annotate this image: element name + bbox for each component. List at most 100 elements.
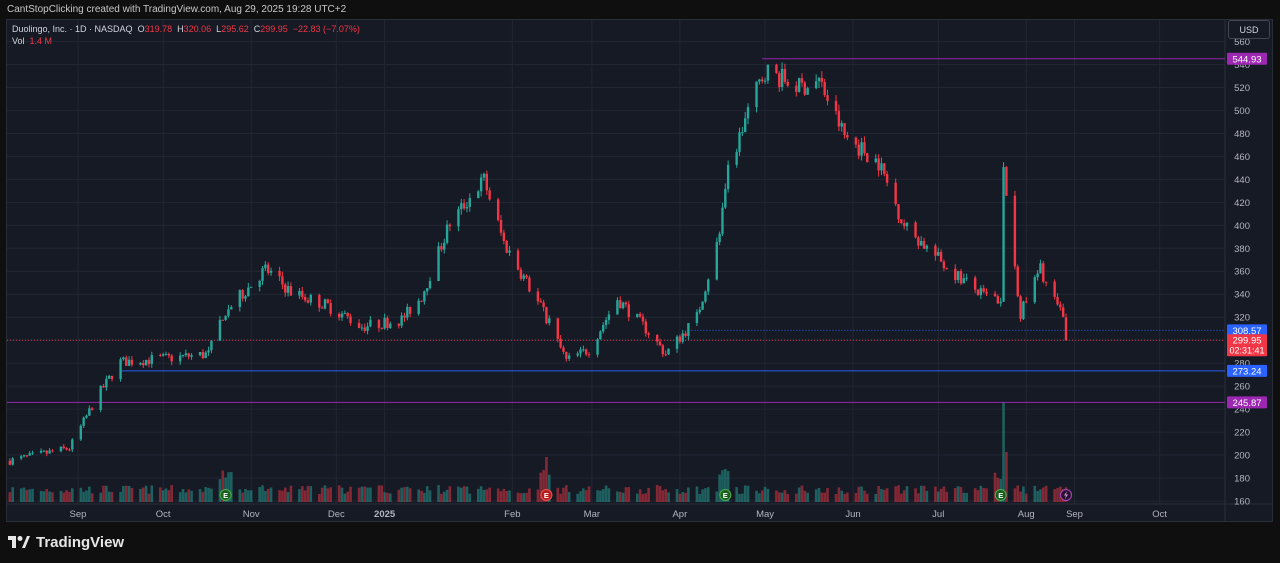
volume-bar bbox=[82, 491, 85, 502]
candle-body bbox=[329, 303, 332, 314]
volume-bar bbox=[877, 486, 880, 502]
volume-bar bbox=[249, 490, 253, 502]
tradingview-brand[interactable]: TradingView bbox=[8, 534, 124, 551]
earnings-marker-icon[interactable]: E bbox=[219, 489, 232, 501]
volume-bar bbox=[846, 492, 849, 502]
volume-bar bbox=[635, 493, 639, 502]
x-tick-label: May bbox=[756, 509, 774, 520]
chart-frame[interactable]: EEEE 16018020022024026028030032034036038… bbox=[6, 19, 1273, 522]
candle-body bbox=[840, 123, 843, 127]
upcoming-event-icon[interactable] bbox=[1060, 489, 1073, 501]
volume-bar bbox=[363, 486, 367, 502]
volume-bar bbox=[1016, 485, 1020, 502]
volume-bar bbox=[780, 492, 784, 502]
symbol-title[interactable]: Duolingo, Inc. · 1D · NASDAQ bbox=[12, 24, 133, 34]
brand-name: TradingView bbox=[36, 534, 125, 551]
candle-body bbox=[349, 316, 352, 324]
candle-body bbox=[198, 351, 202, 356]
volume-bar bbox=[863, 490, 866, 502]
volume-bar bbox=[477, 488, 480, 502]
y-tick-label: 360 bbox=[1234, 267, 1250, 278]
volume-bar bbox=[124, 485, 128, 502]
volume-bar bbox=[198, 489, 202, 502]
volume-bar bbox=[25, 489, 29, 502]
volume-bar bbox=[820, 492, 824, 502]
candle-body bbox=[823, 82, 826, 96]
volume-bar bbox=[763, 486, 767, 502]
candle-body bbox=[45, 450, 48, 454]
candle-body bbox=[170, 355, 173, 362]
volume-bar bbox=[1039, 489, 1042, 502]
volume-bar bbox=[621, 492, 625, 502]
candle-body bbox=[488, 190, 491, 200]
volume-bar bbox=[349, 486, 352, 502]
volume-bar bbox=[897, 485, 900, 502]
volume-value: 1.4 M bbox=[29, 36, 53, 46]
candle-body bbox=[343, 313, 347, 315]
open-label: O bbox=[137, 24, 145, 34]
time-axis: Sep Oct Nov Dec 2025 Feb Mar Apr May Jun Jul Aug Sep… bbox=[70, 509, 1168, 520]
earnings-marker-icon[interactable]: E bbox=[540, 489, 553, 501]
candle-body bbox=[59, 446, 63, 452]
candle-body bbox=[119, 359, 122, 380]
volume-bar bbox=[854, 493, 858, 502]
candle-body bbox=[437, 246, 440, 282]
volume-bar bbox=[437, 485, 440, 502]
candle-body bbox=[1044, 281, 1048, 283]
candle-body bbox=[366, 326, 369, 331]
volume-bar bbox=[167, 490, 171, 502]
candle-body bbox=[462, 203, 466, 209]
y-tick-label: 400 bbox=[1234, 221, 1250, 232]
volume-bar bbox=[661, 490, 665, 502]
volume-bar bbox=[667, 492, 670, 502]
volume-bar bbox=[1013, 488, 1017, 502]
candle-body bbox=[678, 336, 682, 342]
volume-bar bbox=[346, 491, 349, 502]
volume-bar bbox=[357, 487, 361, 502]
candle-body bbox=[883, 163, 886, 175]
volume-bar bbox=[144, 485, 148, 502]
volume-bar bbox=[618, 491, 622, 502]
volume-bar bbox=[505, 490, 508, 502]
candle-body bbox=[914, 222, 917, 238]
volume-bar bbox=[8, 492, 12, 502]
volume-bar bbox=[823, 492, 826, 502]
candle-body bbox=[408, 306, 412, 314]
volume-bar bbox=[584, 490, 588, 502]
volume-bars bbox=[8, 402, 1068, 502]
candle-body bbox=[667, 348, 670, 355]
volume-bar bbox=[1019, 491, 1022, 502]
earnings-marker-icon[interactable]: E bbox=[994, 489, 1007, 501]
volume-bar bbox=[902, 490, 906, 502]
volume-bar bbox=[982, 487, 985, 502]
price-tag-label: 544.93 bbox=[1232, 54, 1261, 65]
candle-body bbox=[880, 163, 883, 171]
candle-body bbox=[281, 276, 284, 285]
candle-body bbox=[641, 316, 645, 322]
volume-bar bbox=[369, 487, 372, 502]
currency-button[interactable]: USD bbox=[1228, 20, 1270, 39]
candle-body bbox=[218, 319, 222, 341]
candle-body bbox=[224, 315, 227, 320]
candle-body bbox=[721, 207, 724, 234]
volume-bar bbox=[383, 492, 386, 502]
volume-bar bbox=[576, 493, 579, 502]
volume-bar bbox=[462, 486, 466, 502]
volume-bar bbox=[735, 487, 738, 502]
volume-bar bbox=[755, 490, 758, 502]
candle-body bbox=[90, 408, 94, 411]
volume-bar bbox=[962, 492, 966, 502]
price-chart[interactable]: EEEE 16018020022024026028030032034036038… bbox=[7, 20, 1272, 521]
volume-bar bbox=[298, 489, 301, 502]
candle-body bbox=[261, 268, 264, 281]
earnings-marker-icon[interactable]: E bbox=[719, 489, 732, 501]
candle-body bbox=[548, 318, 551, 324]
candle-body bbox=[516, 250, 520, 270]
candle-body bbox=[445, 224, 449, 243]
candle-body bbox=[1036, 273, 1039, 278]
volume-bar bbox=[366, 487, 369, 502]
candle-body bbox=[178, 355, 182, 362]
candle-body bbox=[854, 137, 858, 145]
volume-bar bbox=[400, 487, 403, 502]
volume-bar bbox=[965, 492, 968, 502]
